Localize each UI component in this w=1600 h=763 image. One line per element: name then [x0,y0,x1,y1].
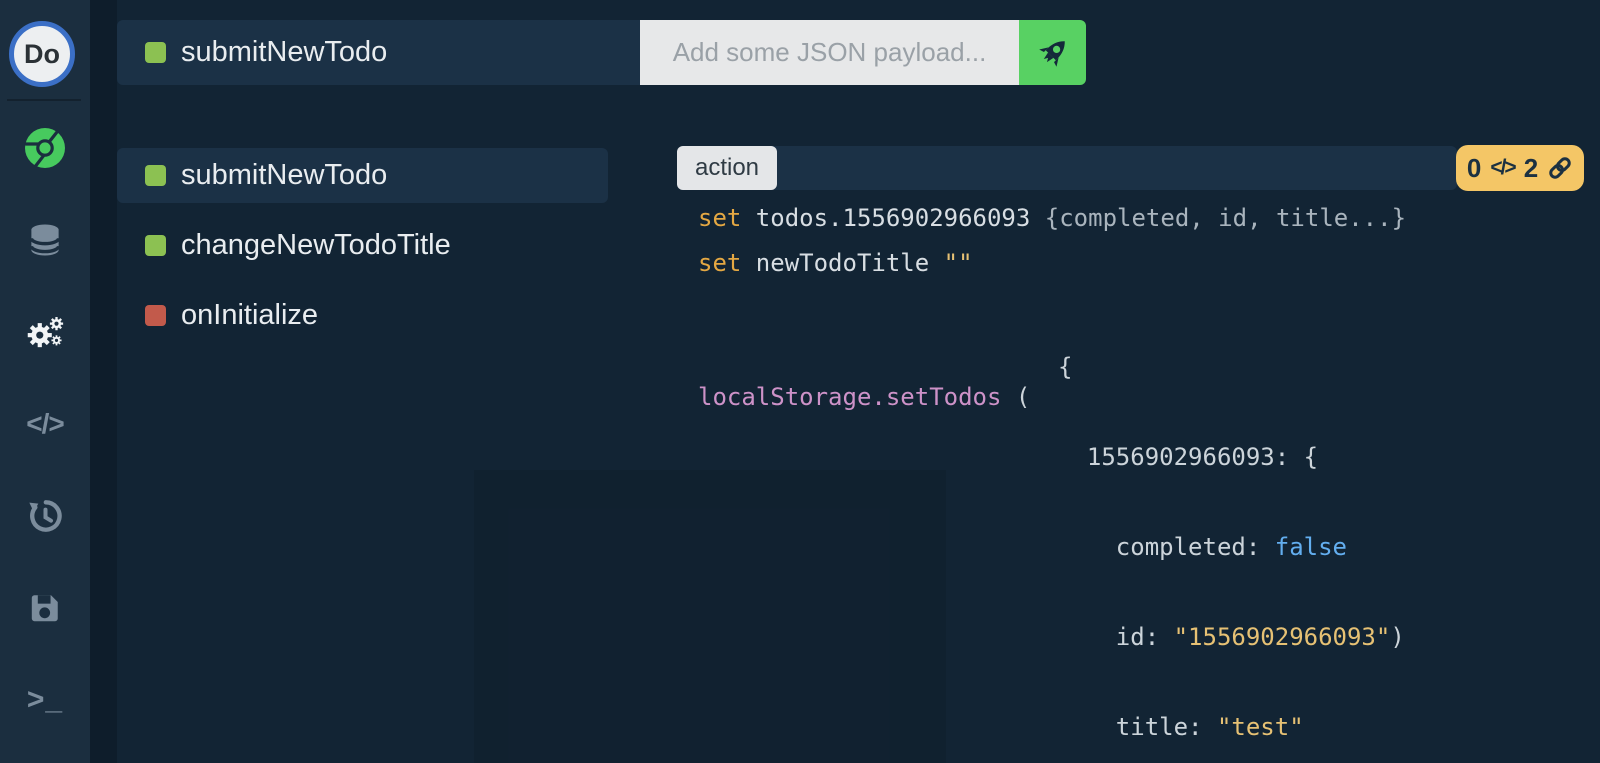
json-line: 1556902966093: { [1058,442,1405,472]
app-root: Do [0,0,1600,763]
status-square [145,235,166,256]
mutation-row[interactable]: set todos.1556902966093 {completed, id, … [698,203,1406,233]
effect-arg-json: { 1556902966093: { completed: false id: … [1058,292,1405,763]
chrome-icon [23,126,67,170]
save-icon [27,590,63,626]
rocket-icon [1034,34,1072,72]
json-line: title: "test" [1058,712,1405,742]
json-line: completed: false [1058,532,1405,562]
code-icon: </> [26,408,63,440]
json-line: { [1058,352,1405,382]
sidebar-item-code[interactable]: </> [0,394,90,454]
status-square [145,42,166,63]
status-square [145,165,166,186]
do-logo[interactable]: Do [9,21,75,87]
sidebar-item-chrome[interactable] [0,118,90,178]
effect-name[interactable]: localStorage.setTodos ( [698,382,1030,412]
action-list-label: submitNewTodo [181,159,387,192]
code-icon: </> [1490,156,1514,180]
tab-action[interactable]: action [677,146,777,190]
terminal-icon: >_ [27,683,63,717]
action-list-item[interactable]: submitNewTodo [117,148,608,203]
gears-icon [22,309,68,355]
mutation-row[interactable]: set newTodoTitle "" [698,248,973,278]
payload-input[interactable] [640,20,1019,85]
sidebar-item-database[interactable] [0,210,90,270]
sidebar-item-terminal[interactable]: >_ [0,670,90,730]
action-list-item[interactable]: changeNewTodoTitle [117,218,608,273]
detail-header-bar: action [677,146,1457,190]
link-count: 2 [1524,153,1538,184]
code-count: 0 [1467,153,1481,184]
dispatch-action-pill: submitNewTodo [117,20,640,85]
stats-badge[interactable]: 0 </> 2 [1456,145,1584,191]
sidebar-item-history[interactable] [0,486,90,546]
status-square [145,305,166,326]
action-list-label: changeNewTodoTitle [181,229,451,262]
json-line: id: "1556902966093") [1058,622,1405,652]
sidebar-item-save[interactable] [0,578,90,638]
sidebar-edge-strip [90,0,117,763]
run-action-button[interactable] [1019,20,1086,85]
chain-link-icon [1547,155,1573,181]
action-list-item[interactable]: onInitialize [117,288,608,343]
database-icon [26,221,64,259]
action-list-label: onInitialize [181,299,318,332]
logo-divider [7,99,81,101]
sidebar: Do [0,0,90,763]
shadow-region [474,470,946,763]
sidebar-item-settings[interactable] [0,302,90,362]
history-icon [25,496,65,536]
dispatch-action-name: submitNewTodo [181,36,387,69]
